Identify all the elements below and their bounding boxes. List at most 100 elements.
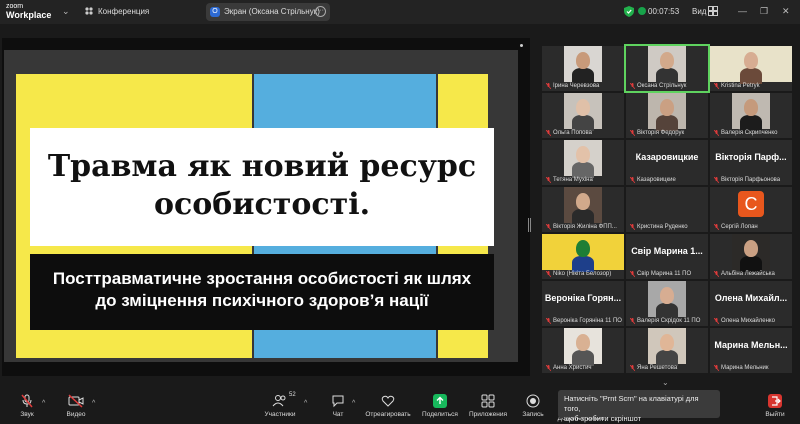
react-button[interactable]: Отреагировать [364,394,412,418]
participant-tile[interactable]: Kristina Petryk [710,46,792,91]
record-button[interactable]: Запись [518,394,548,418]
participant-tile[interactable]: Валерія Скрипченко [710,93,792,138]
video-button[interactable]: Видео [62,394,90,418]
participant-face [576,99,590,116]
participant-face [660,52,674,69]
microphone-muted-icon [630,177,635,183]
top-bar: zoom Workplace ⌄ Конференция O Экран (Ок… [0,0,800,24]
participant-tile[interactable]: Валерія Скрідок 11 ПО [626,281,708,326]
participant-tile[interactable]: Марина Мельн... Марина Мельник [710,328,792,373]
restore-icon[interactable]: ❐ [760,6,768,17]
participant-display-name: Вікторія Парф... [715,152,787,162]
participant-tile[interactable]: Свір Марина 1... Свір Марина 11 ПО [626,234,708,279]
participant-name-label: Оксана Стрільнук [630,82,686,90]
participant-face [744,240,758,257]
participant-tile[interactable]: Кристина Руденко [626,187,708,232]
participant-name: Марина Мельник [721,365,769,371]
participants-options-caret[interactable]: ^ [304,400,307,407]
share-screen-button[interactable]: Поделиться [420,394,460,418]
participant-name-label: Анна Христич [546,364,592,372]
participant-tile[interactable]: Ольга Попова [542,93,624,138]
participant-video [648,46,686,84]
slide-subtitle: Посттравматичне зростання особистості як… [30,254,494,330]
participant-name: Вероніка Горяніна 11 ПО [553,318,622,324]
meeting-title[interactable]: Конференция [98,7,149,16]
participant-video [564,328,602,366]
participant-name-label: Валерія Скрідок 11 ПО [630,317,700,325]
chevron-down-icon[interactable]: ⌄ [62,6,70,17]
microphone-muted-icon [714,224,719,230]
participant-face [660,334,674,351]
participant-tile[interactable]: Олена Михайл... Олена Михайленко [710,281,792,326]
chat-button[interactable]: Чат [326,394,350,418]
participant-display-name: Казаровицкие [635,152,699,162]
share-screen-icon [433,394,447,408]
shield-icon[interactable] [624,6,634,17]
participant-name: Казаровицкие [637,177,676,183]
microphone-muted-icon [714,271,719,277]
participant-face [576,52,590,69]
zoom-logo[interactable]: zoom Workplace [6,2,51,20]
video-options-caret[interactable]: ^ [92,400,95,407]
participant-tile[interactable]: Вікторія Федорук [626,93,708,138]
participant-name: Вікторія Парфьонова [721,177,781,183]
participant-video [732,93,770,131]
close-icon[interactable]: ✕ [782,6,790,17]
shared-screen[interactable]: Травма як новий ресурс особистості. Пост… [2,38,530,376]
participant-tile[interactable]: C Сергій Лопан [710,187,792,232]
participant-name-label: Кристина Руденко [630,223,688,231]
participant-name: Оксана Стрільнук [637,83,687,89]
more-options-icon[interactable]: ··· [315,6,326,17]
participant-tile[interactable]: Анна Христич [542,328,624,373]
chevron-down-icon[interactable]: ⌄ [662,378,669,387]
participant-name-label: Вікторія Парфьонова [714,176,780,184]
participant-name-label: Марина Мельник [714,364,769,372]
leave-icon [768,394,782,408]
participant-name-label: Вікторія Жиліна ФПП... [546,223,617,231]
chat-options-caret[interactable]: ^ [352,400,355,407]
apps-button[interactable]: Приложения [466,394,510,418]
participant-name-label: Вікторія Федорук [630,129,684,137]
microphone-muted-icon [630,318,635,324]
participant-name-label: Яна Решетова [630,364,677,372]
participant-tile[interactable]: Niko (Нікіта Белозор) [542,234,624,279]
participant-tile[interactable]: Тетяна Мухіна [542,140,624,185]
participant-tile[interactable]: Казаровицкие Казаровицкие [626,140,708,185]
participants-count: 52 [289,392,296,398]
participant-tile[interactable]: Альбіна Лежайська [710,234,792,279]
meeting-icon [85,7,93,15]
participant-tile[interactable]: Ірина Черевзова [542,46,624,91]
participant-tile[interactable]: Вікторія Парф... Вікторія Парфьонова [710,140,792,185]
panel-resize-handle[interactable] [528,218,531,232]
view-grid-icon[interactable] [708,6,718,16]
screen-share-indicator[interactable]: O Экран (Оксана Стрільнук) ··· [206,3,330,21]
participant-name: Яна Решетова [637,365,678,371]
participant-display-name: Свір Марина 1... [631,246,703,256]
participant-name: Валерія Скрідок 11 ПО [637,318,701,324]
microphone-muted-icon [630,365,635,371]
microphone-muted-icon [714,318,719,324]
leave-button[interactable]: Выйти [762,394,788,418]
microphone-muted-icon [546,130,551,136]
participant-name: Валерія Скрипченко [721,130,778,136]
zoom-window: zoom Workplace ⌄ Конференция O Экран (Ок… [0,0,800,424]
participant-name: Сергій Лопан [721,224,758,230]
audio-options-caret[interactable]: ^ [42,400,45,407]
microphone-muted-icon [546,177,551,183]
participant-video [648,93,686,131]
participant-video [564,140,602,178]
participant-tile[interactable]: Вікторія Жиліна ФПП... [542,187,624,232]
audio-button[interactable]: Звук [14,394,40,418]
record-icon [526,394,540,408]
participant-tile[interactable]: Яна Решетова [626,328,708,373]
view-label[interactable]: Вид [692,7,706,16]
minimize-icon[interactable]: — [738,6,747,16]
participant-display-name: Олена Михайл... [714,293,788,303]
apps-icon [481,394,495,408]
participant-name-label: Тетяна Мухіна [546,176,593,184]
heart-icon [381,395,395,407]
participant-video [564,93,602,131]
participant-tile[interactable]: Оксана Стрільнук [624,44,710,93]
participant-name: Ірина Черевзова [553,83,600,89]
participant-tile[interactable]: Вероніка Горян... Вероніка Горяніна 11 ПО [542,281,624,326]
